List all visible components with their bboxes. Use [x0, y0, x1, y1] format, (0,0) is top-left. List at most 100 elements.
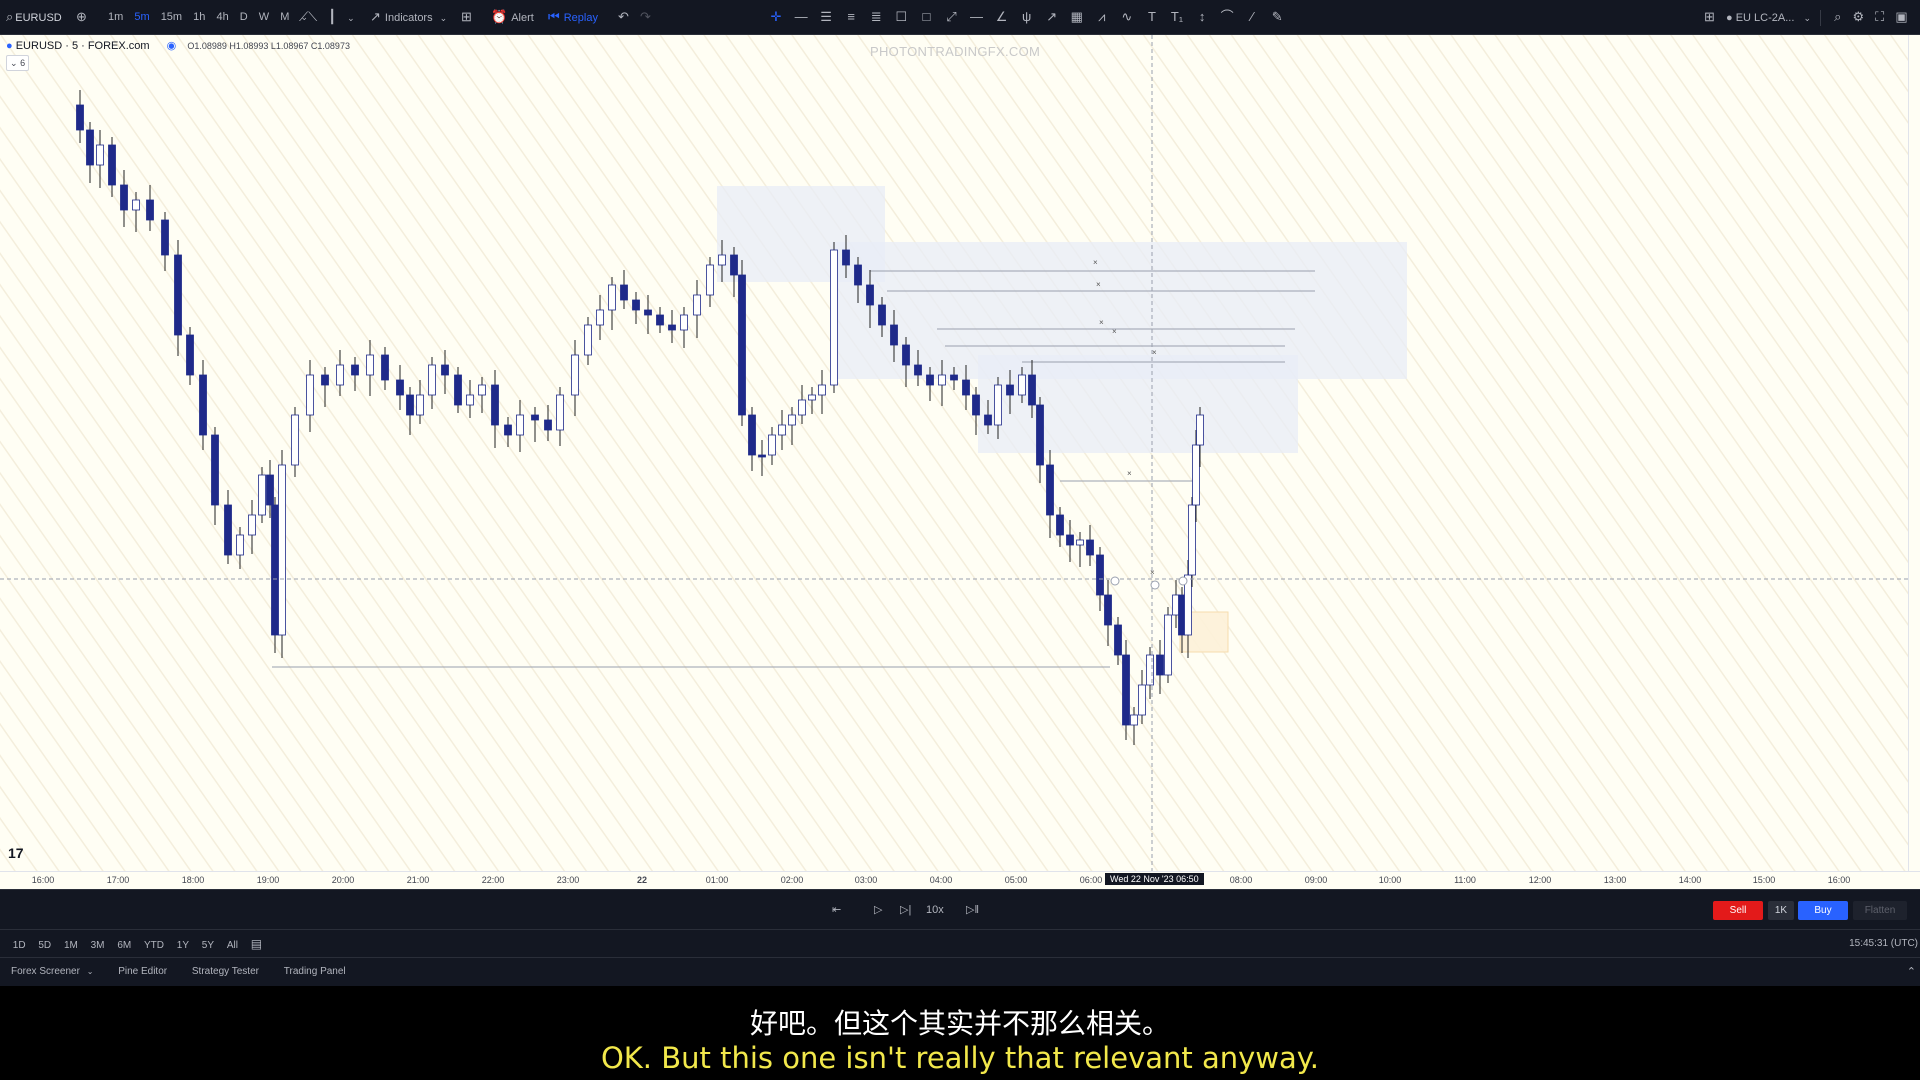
timeframe-4h[interactable]: 4h	[216, 0, 228, 34]
rectangle-icon[interactable]: □	[915, 0, 937, 34]
bull-candle	[706, 264, 714, 296]
sell-button[interactable]: Sell	[1713, 901, 1763, 920]
timeframe-w[interactable]: W	[259, 0, 269, 34]
brush-icon[interactable]: ✎	[1266, 0, 1288, 34]
time-label: 06:00	[1079, 875, 1103, 885]
bear-candle	[381, 354, 389, 381]
text-icon[interactable]: T	[1141, 0, 1163, 34]
range-all[interactable]: All	[227, 932, 238, 960]
bottom-panel-tabs: Forex Screener ⌄ Pine Editor Strategy Te…	[0, 957, 1920, 986]
panel-expand-icon[interactable]: ⌃	[1907, 958, 1916, 986]
lines-icon[interactable]: ☰	[815, 0, 837, 34]
indicators-button[interactable]: ↗ Indicators ⌄	[366, 0, 451, 34]
ray-icon[interactable]: ―	[966, 0, 988, 34]
bear-candle	[174, 254, 182, 336]
calendar-icon[interactable]: ▤	[251, 930, 262, 958]
quantity-field[interactable]: 1K	[1768, 901, 1794, 920]
templates-button[interactable]: ⊞	[457, 0, 476, 34]
chart-type-group: ⟋⟍ ┃ ⌄	[295, 0, 359, 34]
trend-angle-icon[interactable]: ∠	[991, 0, 1013, 34]
timeframe-m[interactable]: M	[280, 0, 289, 34]
time-axis[interactable]: 16:00 17:00 18:00 19:00 20:00 21:00 22:00 23:00…	[0, 871, 1920, 890]
bear-candle	[1028, 374, 1036, 406]
layout-icon[interactable]: ⊞	[1704, 0, 1715, 34]
camera-icon[interactable]: ▣	[1895, 0, 1907, 34]
timeframe-1h[interactable]: 1h	[193, 0, 205, 34]
bull-candle	[466, 394, 474, 406]
replay-select-bar[interactable]: ⇤	[832, 890, 841, 930]
redo-icon[interactable]: ↷	[640, 0, 651, 34]
tab-forex-screener[interactable]: Forex Screener ⌄	[11, 958, 93, 986]
bull-candle	[994, 384, 1002, 426]
replay-play-button[interactable]: ▷	[874, 890, 882, 930]
bear-candle	[1046, 464, 1054, 516]
xabcd-icon[interactable]: ⩘	[1091, 0, 1113, 34]
curve-icon[interactable]: ⌒	[1216, 0, 1238, 34]
flatten-button[interactable]: Flatten	[1853, 901, 1907, 920]
buy-button[interactable]: Buy	[1798, 901, 1848, 920]
price-chart[interactable]: ×××××××	[0, 35, 1908, 871]
tab-pine-editor[interactable]: Pine Editor	[118, 958, 167, 986]
timeframe-5m[interactable]: 5m	[134, 0, 149, 34]
bull-candle	[608, 284, 616, 311]
symbol-search[interactable]: ⌕ EURUSD	[4, 0, 62, 34]
crosshair-icon[interactable]: ✛	[765, 0, 787, 34]
arrow-icon[interactable]: ↗	[1041, 0, 1063, 34]
price-scale[interactable]	[1908, 35, 1920, 871]
zoom-search-icon[interactable]: ⌕	[1834, 0, 1841, 34]
gear-icon[interactable]: ⚙	[1852, 0, 1864, 34]
trend-line-icon[interactable]: ∕	[1241, 0, 1263, 34]
bear-candle	[271, 504, 279, 636]
tradingview-logo[interactable]: 17	[8, 845, 24, 861]
pitchfork-icon[interactable]: ψ	[1016, 0, 1038, 34]
price-range-icon[interactable]: ↕	[1191, 0, 1213, 34]
timeframe-1m[interactable]: 1m	[108, 0, 123, 34]
candles-icon[interactable]: ┃	[328, 0, 336, 34]
range-1y[interactable]: 1Y	[177, 932, 189, 960]
replay-button[interactable]: ⏮ Replay	[544, 0, 598, 34]
parallel-channel-icon[interactable]: ≡	[840, 0, 862, 34]
alert-button[interactable]: ⏰ Alert	[487, 0, 534, 34]
tab-strategy-tester[interactable]: Strategy Tester	[192, 958, 259, 986]
sweep-marker: ×	[1112, 327, 1117, 336]
chart-pane[interactable]: × × × × × × × ● EURUSD · 5 · FOREX.com ◉ O1.08…	[0, 35, 1908, 871]
symbol-legend[interactable]: ● EURUSD · 5 · FOREX.com ◉ O1.08989 H1.0…	[6, 37, 350, 55]
bear-candle	[842, 249, 850, 266]
range-5d[interactable]: 5D	[38, 932, 51, 960]
utc-clock[interactable]: 15:45:31 (UTC)	[1849, 930, 1918, 958]
fullscreen-icon[interactable]: ⛶	[1875, 0, 1884, 34]
tab-trading-panel[interactable]: Trading Panel	[284, 958, 346, 986]
callout-icon[interactable]: ☐	[890, 0, 912, 34]
range-1m[interactable]: 1M	[64, 932, 78, 960]
bull-candle	[680, 314, 688, 331]
fib-icon[interactable]: ≣	[865, 0, 887, 34]
alarm-clock-icon: ⏰	[491, 9, 508, 24]
indicator-collapse-button[interactable]: ⌄ 6	[6, 55, 30, 71]
legend-ohlc: O1.08989 H1.08993 L1.08967 C1.08973	[187, 41, 350, 51]
range-ytd[interactable]: YTD	[144, 932, 164, 960]
elliott-wave-icon[interactable]: ∿	[1116, 0, 1138, 34]
toolbar-divider	[1820, 10, 1822, 27]
replay-speed[interactable]: 10x	[926, 890, 944, 930]
range-3m[interactable]: 3M	[91, 932, 105, 960]
bear-candle	[406, 394, 414, 416]
live-dot-icon: ◉	[166, 40, 177, 52]
horizontal-line-icon[interactable]: —	[790, 0, 812, 34]
timeframe-d[interactable]: D	[240, 0, 248, 34]
bull-candle	[236, 534, 244, 556]
timeframe-15m[interactable]: 15m	[161, 0, 182, 34]
range-1d[interactable]: 1D	[13, 932, 26, 960]
range-6m[interactable]: 6M	[117, 932, 131, 960]
text-note-icon[interactable]: T₁	[1166, 0, 1188, 34]
replay-forward-button[interactable]: ▷|	[900, 890, 911, 930]
range-5y[interactable]: 5Y	[202, 932, 214, 960]
line-chart-icon[interactable]: ⟋⟍	[299, 0, 317, 34]
replay-jump-button[interactable]: ▷‖	[966, 890, 979, 930]
path-icon[interactable]: ⤢	[940, 0, 962, 34]
layout-selector[interactable]: ● EU LC-2A... ⌄	[1726, 12, 1814, 24]
gann-box-icon[interactable]: ▦	[1066, 0, 1088, 34]
compare-button[interactable]: ⊕	[72, 0, 91, 34]
bull-candle	[1192, 444, 1200, 506]
undo-icon[interactable]: ↶	[618, 0, 629, 34]
chevron-down-icon[interactable]: ⌄	[347, 1, 355, 35]
